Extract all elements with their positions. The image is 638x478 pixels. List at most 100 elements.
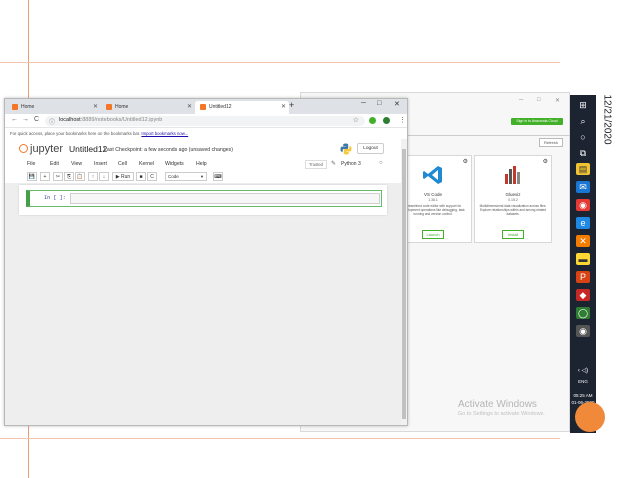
autosave-status: (unsaved changes) (188, 147, 233, 153)
move-up-button[interactable]: ↑ (88, 172, 98, 181)
checkpoint-status: Last Checkpoint: a few seconds ago (unsa… (104, 147, 233, 153)
new-tab-button[interactable]: + (289, 100, 294, 110)
chrome-active-icon[interactable]: ◉ (576, 325, 590, 337)
menu-file[interactable]: File (27, 161, 35, 167)
tab-label: Home (21, 104, 35, 110)
chrome-window: Home ✕ Home ✕ Untitled12 ✕ + ─ □ ✕ ← → C (4, 98, 408, 426)
bookmark-star-icon[interactable]: ☆ (353, 116, 359, 124)
address-bar[interactable]: ⓘ localhost:8889/notebooks/Untitled12.ip… (45, 116, 365, 126)
notebook-page: In [ ]: (19, 185, 387, 215)
scrollbar-thumb[interactable] (402, 149, 406, 419)
minimize-button[interactable]: ─ (361, 100, 366, 107)
app-icon[interactable]: ✕ (576, 235, 590, 247)
app-icon-3[interactable]: ◯ (576, 307, 590, 319)
file-explorer-icon[interactable]: ▬ (576, 253, 590, 265)
logout-button[interactable]: Logout (357, 143, 384, 154)
forward-button[interactable]: → (22, 116, 29, 123)
slide-top-rule (0, 62, 560, 63)
language-indicator[interactable]: ENG (570, 379, 596, 384)
task-view-icon[interactable]: ⧉ (576, 147, 590, 159)
cell-type-select[interactable]: Code ▼ (165, 172, 207, 181)
menu-insert[interactable]: Insert (94, 161, 107, 167)
clock-time[interactable]: 05:25 AM (570, 393, 596, 398)
bg-minimize-button[interactable]: ─ (519, 97, 523, 103)
menu-kernel[interactable]: Kernel (139, 161, 154, 167)
extension-icon[interactable] (369, 117, 376, 124)
notebook-area: In [ ]: (5, 183, 401, 425)
vscode-icon (423, 166, 442, 184)
refresh-button[interactable]: Refresh (539, 138, 563, 147)
menu-widgets[interactable]: Widgets (165, 161, 184, 167)
reload-button[interactable]: C (34, 116, 39, 123)
tab-home-1[interactable]: Home ✕ (7, 101, 101, 114)
url-path: :8889/notebooks/Untitled12.ipynb (80, 117, 163, 123)
notebook-title[interactable]: Untitled12 (69, 144, 107, 154)
back-button[interactable]: ← (11, 116, 18, 123)
volume-icon[interactable]: ‹ ◁) (570, 367, 596, 374)
windows-start-icon[interactable]: ⊞ (576, 99, 590, 111)
url-host: localhost (59, 117, 81, 123)
bookmarks-bar: For quick access, place your bookmarks h… (5, 129, 407, 138)
insert-cell-button[interactable]: + (40, 172, 50, 181)
card-version: 0.15.2 (508, 198, 518, 202)
keyboard-shortcuts-button[interactable]: ⌨ (213, 172, 223, 181)
search-icon[interactable]: ⌕ (576, 115, 590, 127)
bg-close-button[interactable]: ✕ (555, 97, 560, 104)
save-button[interactable]: 💾 (27, 172, 37, 181)
cell-input[interactable] (70, 193, 380, 204)
chrome-icon[interactable]: ◉ (576, 199, 590, 211)
close-tab-icon[interactable]: ✕ (281, 101, 286, 114)
edge-icon[interactable]: e (576, 217, 590, 229)
move-down-button[interactable]: ↓ (99, 172, 109, 181)
trusted-indicator[interactable]: Trusted (305, 160, 327, 169)
tab-strip: Home ✕ Home ✕ Untitled12 ✕ + ─ □ ✕ (5, 99, 407, 114)
paste-button[interactable]: 📋 (75, 172, 85, 181)
jupyter-favicon-icon (12, 104, 18, 110)
import-bookmarks-link[interactable]: Import bookmarks now... (141, 131, 188, 136)
info-icon[interactable]: ⓘ (49, 117, 55, 126)
card-name: Glueviz (505, 192, 521, 197)
activate-windows-subtitle: Go to Settings to activate Windows. (458, 411, 545, 417)
cortana-icon[interactable]: ○ (576, 131, 590, 143)
install-button[interactable]: Install (502, 230, 524, 239)
maximize-button[interactable]: □ (377, 100, 381, 107)
page-scrollbar[interactable] (401, 139, 407, 425)
edit-mode-pencil-icon: ✎ (331, 161, 337, 167)
powerpoint-icon[interactable]: P (576, 271, 590, 283)
menu-edit[interactable]: Edit (50, 161, 59, 167)
run-button[interactable]: ▶ Run (112, 172, 134, 181)
gear-icon[interactable]: ⚙ (463, 158, 468, 165)
close-window-button[interactable]: ✕ (394, 100, 400, 108)
tab-untitled12[interactable]: Untitled12 ✕ (195, 101, 289, 114)
url-text: localhost:8889/notebooks/Untitled12.ipyn… (59, 117, 162, 123)
cut-button[interactable]: ✂ (53, 172, 63, 181)
restart-button[interactable]: C (147, 172, 157, 181)
bg-divider (401, 135, 571, 136)
tab-home-2[interactable]: Home ✕ (101, 101, 195, 114)
menu-cell[interactable]: Cell (118, 161, 127, 167)
kernel-name[interactable]: Python 3 (341, 161, 361, 167)
mail-icon[interactable]: ✉ (576, 181, 590, 193)
interrupt-button[interactable]: ■ (136, 172, 146, 181)
code-cell[interactable]: In [ ]: (26, 190, 382, 207)
gear-icon[interactable]: ⚙ (543, 158, 548, 165)
python-logo-icon (340, 143, 352, 155)
chrome-menu-icon[interactable]: ⋮ (399, 116, 406, 124)
shield-extension-icon[interactable] (383, 117, 390, 124)
close-tab-icon[interactable]: ✕ (187, 101, 192, 114)
card-description: Streamlined code editor with support for… (401, 204, 465, 216)
menu-view[interactable]: View (71, 161, 82, 167)
activate-windows-title: Activate Windows (458, 399, 537, 410)
bg-maximize-button[interactable]: □ (537, 97, 541, 103)
store-icon[interactable]: ▤ (576, 163, 590, 175)
copy-button[interactable]: ⎘ (64, 172, 74, 181)
close-tab-icon[interactable]: ✕ (93, 101, 98, 114)
launch-button[interactable]: Launch (422, 230, 444, 239)
signin-button[interactable]: Sign in to Anaconda Cloud (511, 118, 563, 125)
slide-bottom-rule (0, 438, 560, 439)
jupyter-logo[interactable]: jupyter (19, 143, 63, 155)
app-icon-2[interactable]: ◆ (576, 289, 590, 301)
menu-help[interactable]: Help (196, 161, 207, 167)
jupyter-favicon-icon (200, 104, 206, 110)
tab-label: Untitled12 (209, 104, 232, 110)
